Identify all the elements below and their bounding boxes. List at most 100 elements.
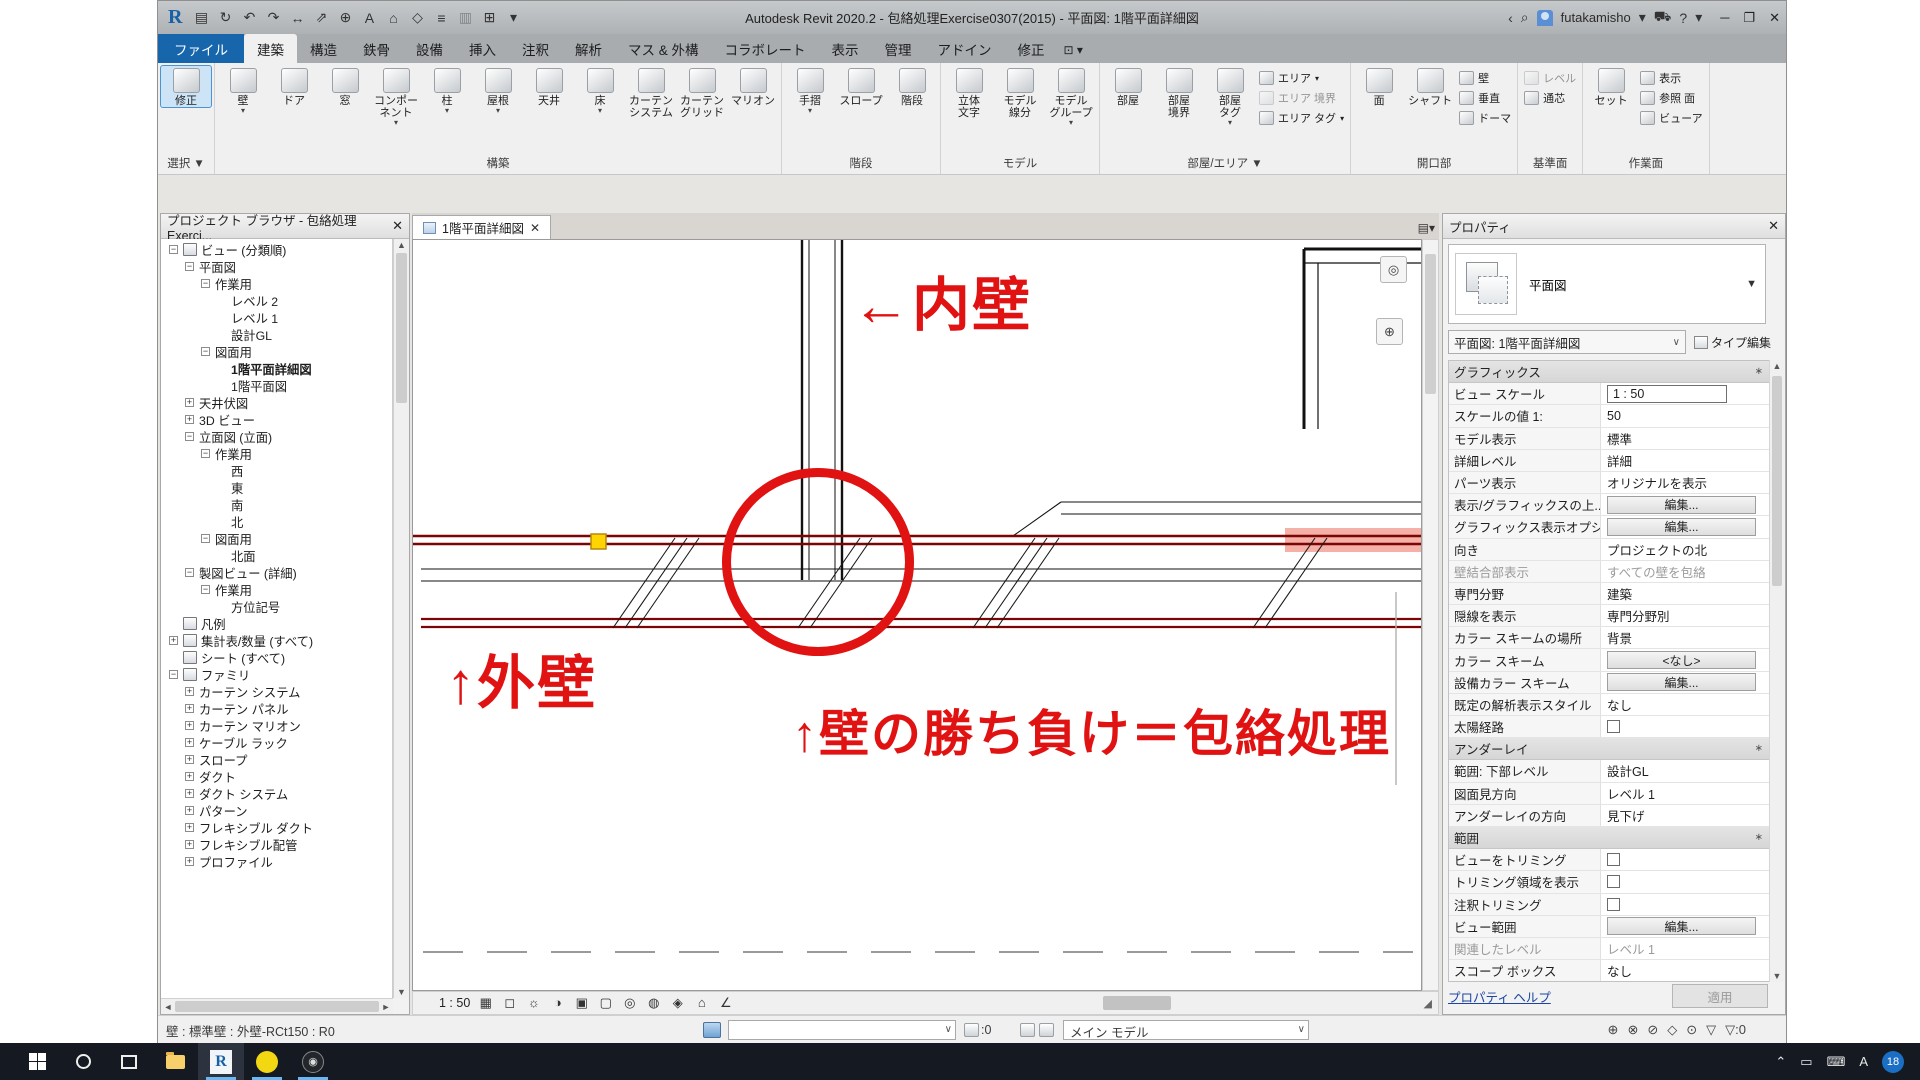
panel-label[interactable]: 選択 ▼ [158,155,214,174]
undo-icon[interactable]: ↶ [238,7,260,29]
panel-label[interactable]: 作業面 [1583,155,1709,174]
dormer-button[interactable]: ドーマ [1456,109,1514,127]
tab-file[interactable]: ファイル [158,34,244,63]
tree-item[interactable]: +ケーブル ラック [161,734,392,751]
expand-icon[interactable]: + [185,857,194,866]
view-tab-active[interactable]: 1階平面詳細図 ✕ [412,215,551,239]
property-edit-button[interactable]: 編集... [1607,496,1756,514]
modify-options-icon[interactable]: ⊡ ▾ [1064,43,1083,63]
tab-鉄骨[interactable]: 鉄骨 [350,34,403,63]
property-value[interactable]: オリジナルを表示 [1601,472,1769,493]
property-value[interactable]: 編集... [1601,916,1769,937]
user-dropdown-icon[interactable]: ▾ [1639,9,1646,26]
select-underlay-icon[interactable]: ⊗ [1627,1022,1638,1038]
app-store-cart-icon[interactable]: ⛟ [1654,8,1672,27]
collapse-arrow-icon[interactable]: ‹ [1508,10,1513,26]
property-value[interactable] [1601,716,1769,737]
level-button[interactable]: レベル [1521,69,1579,87]
shadows-icon[interactable]: ◑ [549,995,566,1011]
view-tab-list-icon[interactable]: ▤▾ [1418,221,1435,239]
properties-scrollbar[interactable]: ▲ ▼ [1769,360,1784,982]
instance-selector[interactable]: 平面図: 1階平面詳細図 ∨ [1448,330,1686,354]
tree-item[interactable]: −作業用 [161,275,392,292]
text-icon[interactable]: A [358,7,380,29]
tag-icon[interactable]: ⊕ [334,7,356,29]
model-group-button[interactable]: モデルグループ▾ [1046,66,1096,126]
tree-item[interactable]: +パターン [161,802,392,819]
area-boundary-button[interactable]: エリア 境界 [1256,89,1347,107]
section-icon[interactable]: ◇ [406,7,428,29]
props-scroll-down-icon[interactable]: ▼ [1770,971,1784,981]
area-tag-button[interactable]: エリア タグ▾ [1256,109,1347,127]
tree-item[interactable]: +プロファイル [161,853,392,870]
property-value[interactable]: 専門分野別 [1601,605,1769,626]
roof-button[interactable]: 屋根▾ [473,66,523,114]
properties-help-link[interactable]: プロパティ ヘルプ [1448,987,1551,1006]
property-section[interactable]: アンダーレイ∗ [1449,738,1769,760]
property-value-box[interactable]: 1 : 50 [1607,385,1727,403]
switch-windows-icon[interactable]: ⊞ [478,7,500,29]
show-crop-region-icon[interactable]: ▢ [597,995,614,1011]
property-value[interactable]: 1 : 50 [1601,383,1769,404]
expand-icon[interactable]: + [185,687,194,696]
mullion-button[interactable]: マリオン [728,66,778,107]
collapse-icon[interactable]: − [185,262,194,271]
tab-解析[interactable]: 解析 [562,34,615,63]
property-value[interactable]: 設計GL [1601,760,1769,781]
properties-titlebar[interactable]: プロパティ ✕ [1443,214,1785,239]
expand-icon[interactable]: + [185,823,194,832]
file-explorer-button[interactable] [152,1043,198,1080]
tree-item[interactable]: +スロープ [161,751,392,768]
tree-item[interactable]: +カーテン マリオン [161,717,392,734]
help-icon[interactable]: ? [1679,10,1687,26]
view-tab-close-icon[interactable]: ✕ [530,221,540,235]
property-edit-button[interactable]: 編集... [1607,518,1756,536]
tree-item[interactable]: シート (すべて) [161,649,392,666]
revit-taskbar-button[interactable]: R [198,1043,244,1080]
tree-item[interactable]: +天井伏図 [161,394,392,411]
scroll-down-icon[interactable]: ▼ [394,987,409,997]
expand-icon[interactable]: + [185,415,194,424]
start-button[interactable] [14,1043,60,1080]
tab-構造[interactable]: 構造 [297,34,350,63]
expand-icon[interactable]: + [185,721,194,730]
scroll-left-icon[interactable]: ◄ [163,1002,173,1012]
measure-icon[interactable]: ↔ [286,7,308,29]
expand-icon[interactable]: + [185,398,194,407]
design-option-combobox[interactable]: メイン モデル ∨ [1063,1020,1309,1040]
ui-views-icon[interactable]: ▤ [190,7,212,29]
panel-label[interactable]: 構築 [215,155,781,174]
column-dropdown-icon[interactable]: ▾ [445,107,449,114]
collapse-icon[interactable]: − [169,670,178,679]
tree-item[interactable]: −図面用 [161,343,392,360]
property-value[interactable]: 見下げ [1601,805,1769,826]
wall-opening-button[interactable]: 壁 [1456,69,1514,87]
section-collapse-icon[interactable]: ∗ [1755,832,1763,843]
property-value[interactable] [1601,849,1769,870]
signed-in-user[interactable]: futakamisho [1561,10,1631,25]
property-edit-button[interactable]: 編集... [1607,673,1756,691]
tab-注釈[interactable]: 注釈 [509,34,562,63]
area-button[interactable]: エリア▾ [1256,69,1347,87]
tree-item[interactable]: −ビュー (分類順) [161,241,392,258]
keyboard-icon[interactable]: ⌨ [1827,1054,1846,1070]
tree-item[interactable]: +集計表/数量 (すべて) [161,632,392,649]
collapse-icon[interactable]: − [185,432,194,441]
collapse-icon[interactable]: − [201,347,210,356]
ceiling-button[interactable]: 天井 [524,66,574,107]
tree-item[interactable]: 方位記号 [161,598,392,615]
collapse-icon[interactable]: − [185,568,194,577]
select-pinned-icon[interactable]: ⊘ [1647,1022,1658,1038]
property-checkbox[interactable] [1607,875,1620,888]
restore-button[interactable]: ❐ [1743,10,1755,26]
collapse-icon[interactable]: − [201,449,210,458]
drawing-canvas[interactable]: ◎ ⊕ [412,239,1422,991]
scroll-right-icon[interactable]: ► [381,1002,391,1012]
analytical-model-icon[interactable]: ⌂ [693,995,710,1011]
browser-vertical-scrollbar[interactable]: ▲ ▼ [393,239,409,998]
tab-マス & 外構[interactable]: マス & 外構 [615,34,712,63]
collapse-icon[interactable]: − [201,279,210,288]
tab-表示[interactable]: 表示 [819,34,872,63]
tab-挿入[interactable]: 挿入 [456,34,509,63]
model-line-button[interactable]: モデル線分 [995,66,1045,119]
